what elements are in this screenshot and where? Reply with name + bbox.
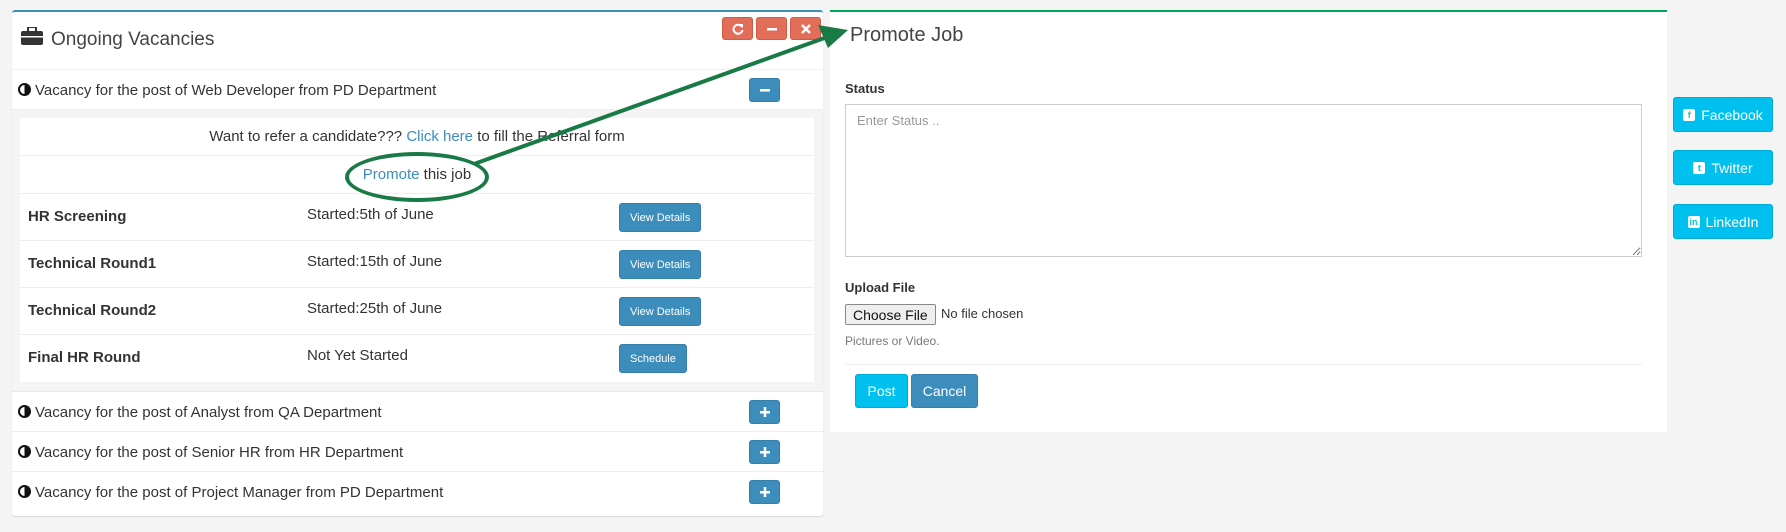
stage-row: Technical Round2 Started:25th of June Vi… (20, 288, 814, 335)
vacancy-details-inner: Want to refer a candidate??? Click here … (20, 118, 814, 382)
help-text: Pictures or Video. (845, 334, 940, 348)
promote-suffix: this job (423, 166, 472, 183)
expand-button[interactable] (749, 480, 780, 504)
facebook-button[interactable]: f Facebook (1673, 97, 1773, 132)
view-details-button[interactable]: View Details (619, 250, 702, 279)
close-button[interactable] (790, 17, 821, 40)
stage-status: Started:25th of June (307, 300, 443, 317)
adjust-icon (18, 485, 31, 498)
facebook-icon: f (1683, 108, 1696, 121)
vacancy-row[interactable]: Vacancy for the post of Analyst from QA … (12, 392, 823, 432)
vacancy-title: Vacancy for the post of Web Developer fr… (35, 82, 437, 99)
twitter-button[interactable]: t Twitter (1673, 150, 1773, 185)
view-details-button[interactable]: View Details (619, 297, 702, 326)
minimize-button[interactable] (756, 17, 787, 40)
cancel-button[interactable]: Cancel (911, 374, 978, 408)
referral-row: Want to refer a candidate??? Click here … (20, 118, 814, 156)
vacancy-details: Want to refer a candidate??? Click here … (12, 110, 823, 392)
referral-suffix: to fill the Referral form (477, 128, 625, 145)
post-button[interactable]: Post (855, 374, 908, 408)
view-details-button[interactable]: View Details (619, 203, 702, 232)
divider (845, 364, 1642, 365)
plus-icon (759, 447, 770, 457)
expand-button[interactable] (749, 440, 780, 464)
vacancy-title: Vacancy for the post of Analyst from QA … (35, 404, 382, 421)
vacancy-row[interactable]: Vacancy for the post of Project Manager … (12, 472, 823, 512)
referral-prefix: Want to refer a candidate??? (209, 128, 403, 145)
stage-name: Technical Round2 (28, 302, 157, 319)
vacancy-row[interactable]: Vacancy for the post of Web Developer fr… (12, 70, 823, 110)
upload-label: Upload File (845, 280, 916, 295)
box-title: Ongoing Vacancies (51, 29, 215, 50)
stage-row: Final HR Round Not Yet Started Schedule (20, 335, 814, 382)
vacancy-title: Vacancy for the post of Senior HR from H… (35, 444, 404, 461)
adjust-icon (18, 405, 31, 418)
minimize-icon (766, 27, 777, 30)
collapse-button[interactable] (749, 78, 780, 102)
linkedin-label: LinkedIn (1705, 213, 1759, 230)
briefcase-icon (21, 27, 43, 45)
status-label: Status (845, 81, 885, 96)
vacancy-row[interactable]: Vacancy for the post of Senior HR from H… (12, 432, 823, 472)
stage-status: Started:15th of June (307, 253, 443, 270)
ongoing-vacancies-box: Ongoing Vacancies Vacancy for the post o… (12, 10, 823, 516)
minus-icon (759, 89, 770, 92)
linkedin-button[interactable]: in LinkedIn (1673, 204, 1773, 239)
stage-name: HR Screening (28, 208, 127, 225)
adjust-icon (18, 445, 31, 458)
expand-button[interactable] (749, 400, 780, 424)
file-status: No file chosen (941, 306, 1024, 321)
twitter-icon: t (1693, 161, 1706, 174)
referral-link[interactable]: Click here (406, 128, 473, 145)
stage-status: Started:5th of June (307, 206, 434, 223)
promote-job-panel: Promote Job Status Upload File Choose Fi… (830, 10, 1667, 432)
schedule-button[interactable]: Schedule (619, 344, 687, 373)
vacancy-title: Vacancy for the post of Project Manager … (35, 484, 444, 501)
panel-title: Promote Job (850, 24, 964, 46)
refresh-icon (732, 23, 743, 35)
choose-file-button[interactable]: Choose File (845, 304, 936, 325)
stage-row: Technical Round1 Started:15th of June Vi… (20, 241, 814, 288)
promote-link[interactable]: Promote (363, 166, 420, 183)
stage-name: Final HR Round (28, 349, 141, 366)
facebook-label: Facebook (1701, 106, 1763, 123)
stage-status: Not Yet Started (307, 347, 408, 364)
stage-name: Technical Round1 (28, 255, 157, 272)
plus-icon (759, 487, 770, 497)
plus-icon (759, 407, 770, 417)
promote-row: Promote this job (20, 156, 814, 194)
adjust-icon (18, 83, 31, 96)
refresh-button[interactable] (722, 17, 753, 40)
linkedin-icon: in (1687, 215, 1700, 228)
close-icon (800, 23, 811, 34)
status-textarea[interactable] (845, 104, 1642, 257)
stage-row: HR Screening Started:5th of June View De… (20, 194, 814, 241)
box-header: Ongoing Vacancies (12, 12, 823, 70)
box-tools (722, 17, 821, 40)
twitter-label: Twitter (1711, 159, 1753, 176)
